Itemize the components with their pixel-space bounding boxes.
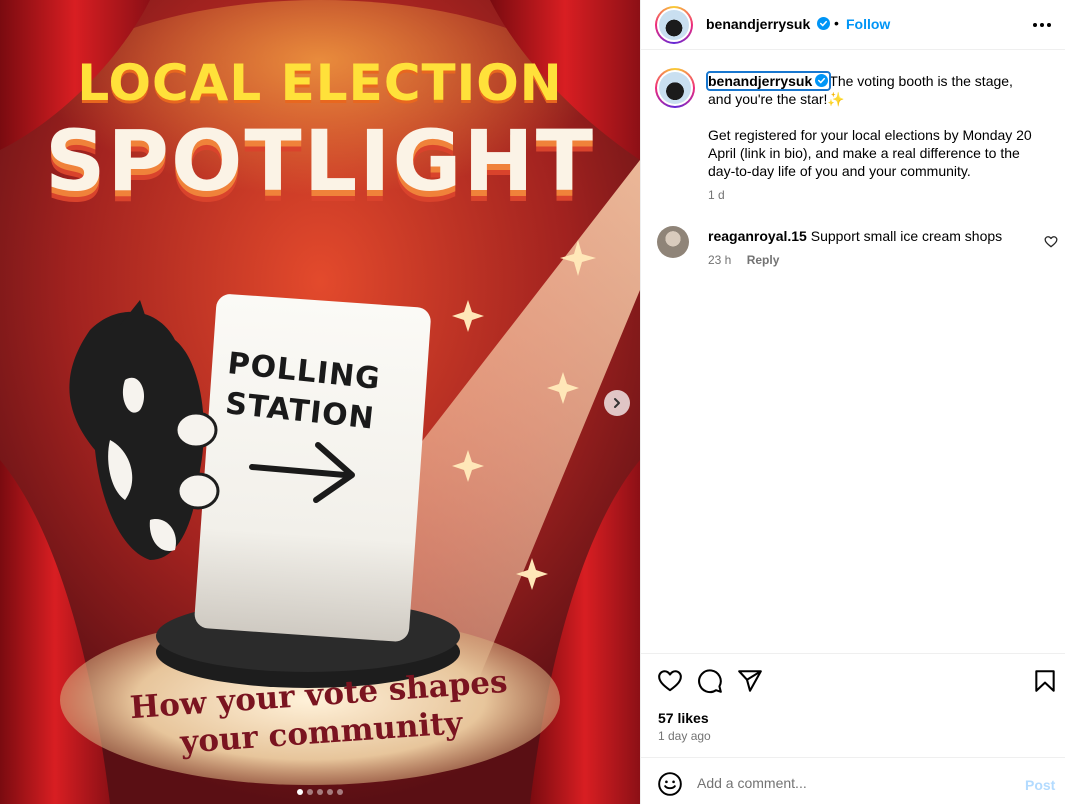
carousel-dot: [317, 789, 323, 795]
carousel-dot: [337, 789, 343, 795]
save-bookmark-icon[interactable]: [1032, 668, 1058, 694]
comment-text: Support small ice cream shops: [810, 228, 1003, 244]
post-age[interactable]: 1 day ago: [658, 729, 711, 743]
author-avatar[interactable]: [655, 6, 693, 44]
commenter-avatar[interactable]: [657, 226, 689, 258]
headline-spotlight: SPOTLIGHT: [44, 112, 596, 210]
comment-meta: 23 h Reply: [708, 253, 779, 267]
more-options-icon[interactable]: [1030, 16, 1054, 34]
carousel-dot: [327, 789, 333, 795]
verified-badge-icon: [817, 17, 831, 30]
post-actions: 57 likes 1 day ago: [641, 653, 1065, 757]
add-comment-bar: Post: [641, 757, 1065, 804]
follow-button[interactable]: Follow: [846, 16, 890, 32]
author-username: benandjerrysuk: [706, 16, 811, 32]
header-separator: •: [834, 15, 839, 31]
caption-timestamp[interactable]: 1 d: [708, 186, 1038, 204]
caption-text-para2: Get registered for your local elections …: [708, 127, 1032, 179]
author-username-link[interactable]: benandjerrysuk: [706, 16, 831, 32]
comment-text-line: reaganroyal.15 Support small ice cream s…: [708, 228, 1002, 244]
post-comment-button[interactable]: Post: [1025, 777, 1055, 793]
polling-station-sign: POLLING STATION: [218, 344, 385, 440]
carousel-next-button[interactable]: [604, 390, 630, 416]
post-header: benandjerrysuk • Follow: [641, 0, 1065, 50]
chevron-right-icon: [614, 398, 620, 408]
emoji-smiley-icon[interactable]: [657, 771, 683, 797]
caption-username-link[interactable]: benandjerrysuk: [705, 71, 832, 91]
like-heart-icon[interactable]: [657, 668, 683, 694]
add-comment-input[interactable]: [697, 770, 997, 796]
comment-bubble-icon[interactable]: [697, 668, 723, 694]
verified-badge-icon: [815, 74, 829, 87]
post-details-panel: benandjerrysuk • Follow benandjerrysuk Th…: [640, 0, 1065, 804]
caption-username: benandjerrysuk: [708, 73, 813, 89]
carousel-dot: [307, 789, 313, 795]
comment-time[interactable]: 23 h: [708, 253, 731, 267]
caption-avatar[interactable]: [655, 68, 695, 108]
comment-item: reaganroyal.15 Support small ice cream s…: [657, 226, 1058, 270]
sparkles-emoji: ✨: [827, 91, 845, 107]
share-paper-plane-icon[interactable]: [737, 668, 763, 694]
reply-button[interactable]: Reply: [747, 253, 780, 267]
caption-body: benandjerrysuk The voting booth is the st…: [705, 71, 1038, 204]
commenter-username[interactable]: reaganroyal.15: [708, 228, 807, 244]
carousel-dots: [0, 789, 640, 795]
likes-count[interactable]: 57 likes: [658, 710, 709, 726]
post-image: LOCAL ELECTION SPOTLIGHT POLLING STATION…: [0, 0, 640, 804]
headline-local-election: LOCAL ELECTION: [77, 54, 563, 112]
comment-like-heart-icon[interactable]: [1044, 235, 1058, 249]
carousel-dot: [297, 789, 303, 795]
